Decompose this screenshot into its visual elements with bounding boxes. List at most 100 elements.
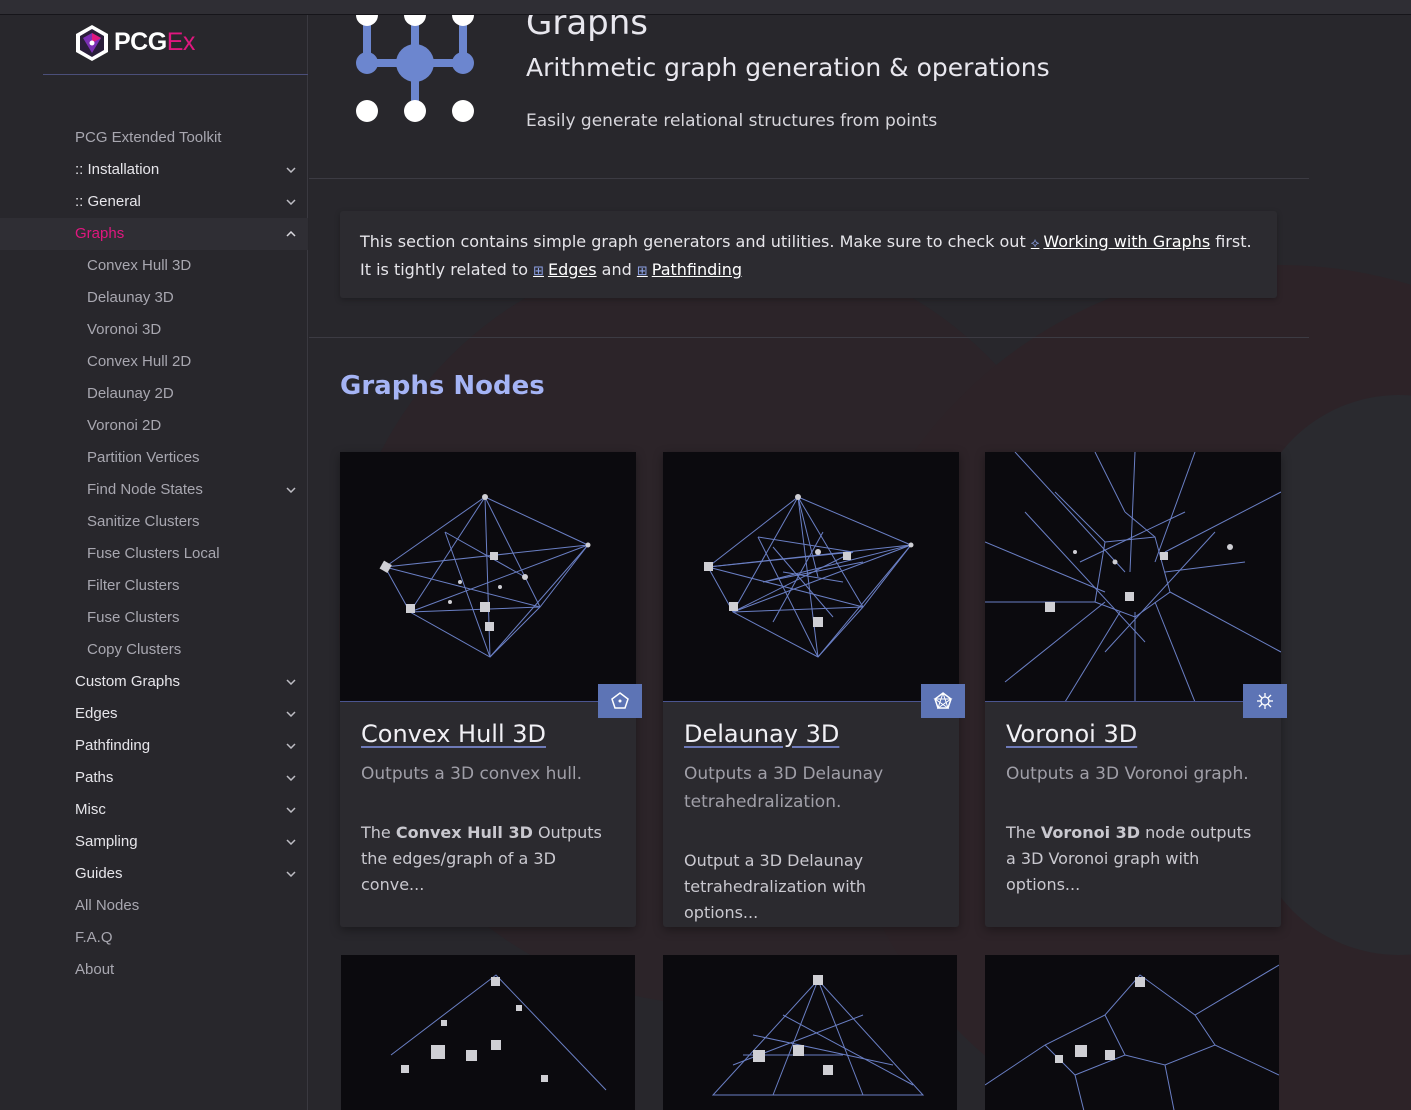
sidebar-item[interactable]: Voronoi 2D [0, 410, 308, 442]
card-title[interactable]: Convex Hull 3D [361, 720, 546, 748]
sidebar-item[interactable]: Find Node States [0, 474, 308, 506]
sidebar-item-label: PCG Extended Toolkit [75, 129, 222, 146]
chevron-down-icon[interactable] [285, 762, 297, 794]
link-label: Pathfinding [651, 260, 743, 279]
main-content: Graphs Arithmetic graph generation & ope… [309, 15, 1411, 1110]
chevron-down-icon[interactable] [285, 474, 297, 506]
page-subtitle: Arithmetic graph generation & operations [526, 53, 1050, 82]
card-body: Output a 3D Delaunay tetrahedralization … [684, 851, 867, 922]
chevron-up-icon[interactable] [285, 218, 297, 250]
section-title: Graphs Nodes [340, 371, 545, 401]
node-card-delaunay-2d-thumbnail[interactable] [663, 955, 957, 1110]
sidebar-item-label: Fuse Clusters [87, 609, 180, 626]
node-card-convex-hull-2d-thumbnail[interactable] [341, 955, 635, 1110]
card-title[interactable]: Delaunay 3D [684, 720, 839, 748]
chevron-down-icon[interactable] [285, 186, 297, 218]
card-body-bold: Convex Hull 3D [395, 823, 533, 842]
convex-hull-icon [598, 684, 642, 718]
chevron-down-icon[interactable] [285, 730, 297, 762]
sidebar-item[interactable]: Partition Vertices [0, 442, 308, 474]
voronoi-2d-preview-image [984, 964, 1280, 1110]
sidebar-item-label: Copy Clusters [87, 641, 182, 658]
sidebar-item-label: Delaunay 3D [87, 289, 174, 306]
sidebar-item-label: Filter Clusters [87, 577, 180, 594]
logo-text: PCGEx [114, 28, 195, 57]
sidebar-item[interactable]: Custom Graphs [0, 666, 308, 698]
sidebar-item-label: About [75, 961, 115, 978]
card-description: Outputs a 3D Voronoi graph. [1006, 764, 1249, 784]
sidebar-item[interactable]: Convex Hull 2D [0, 346, 308, 378]
sidebar-item[interactable]: About [0, 954, 308, 986]
sidebar-item[interactable]: Fuse Clusters Local [0, 538, 308, 570]
divider [309, 178, 1309, 179]
sidebar-item-label: Fuse Clusters Local [87, 545, 220, 562]
sidebar-item[interactable]: Sanitize Clusters [0, 506, 308, 538]
pcgex-logo-icon [76, 25, 108, 61]
callout-text: first. [1210, 232, 1252, 251]
card-thumbnail [985, 452, 1281, 702]
sidebar-item[interactable]: Edges [0, 698, 308, 730]
sidebar-item[interactable]: Convex Hull 3D [0, 250, 308, 282]
delaunay-preview-image [704, 494, 914, 658]
sidebar-item[interactable]: PCG Extended Toolkit [0, 122, 308, 154]
top-bar [0, 0, 1411, 15]
info-callout: This section contains simple graph gener… [340, 211, 1277, 298]
chevron-down-icon[interactable] [285, 698, 297, 730]
sidebar-item-label: Sanitize Clusters [87, 513, 200, 530]
sidebar-item-label: Partition Vertices [87, 449, 200, 466]
chevron-down-icon[interactable] [285, 858, 297, 890]
card-thumbnail [340, 452, 636, 702]
node-card-voronoi-3d[interactable]: Voronoi 3D Outputs a 3D Voronoi graph. T… [985, 452, 1287, 927]
node-card-voronoi-2d-thumbnail[interactable] [984, 955, 1280, 1110]
link-edges[interactable]: ⊞ Edges [533, 260, 597, 279]
sidebar-item[interactable]: Delaunay 3D [0, 282, 308, 314]
sidebar-item[interactable]: :: General [0, 186, 308, 218]
sidebar-item[interactable]: Pathfinding [0, 730, 308, 762]
page-description: Easily generate relational structures fr… [526, 111, 938, 131]
node-card-convex-hull-3d[interactable]: Convex Hull 3D Outputs a 3D convex hull.… [340, 452, 642, 927]
divider [309, 337, 1309, 338]
logo-text-ex: Ex [166, 28, 196, 56]
sidebar-item-label: F.A.Q [75, 929, 113, 946]
link-label: Working with Graphs [1043, 232, 1211, 251]
sidebar-item[interactable]: Voronoi 3D [0, 314, 308, 346]
logo[interactable]: PCGEx [43, 15, 308, 75]
sidebar-item-label: :: Installation [75, 161, 160, 178]
sidebar-item-label: Delaunay 2D [87, 385, 174, 402]
sidebar-item[interactable]: Copy Clusters [0, 634, 308, 666]
sidebar-item[interactable]: Filter Clusters [0, 570, 308, 602]
delaunay-icon [921, 684, 965, 718]
node-card-delaunay-3d[interactable]: Delaunay 3D Outputs a 3D Delaunay tetrah… [663, 452, 965, 927]
sidebar-item-label: Edges [75, 705, 118, 722]
chevron-down-icon[interactable] [285, 666, 297, 698]
card-body: The Voronoi 3D node outputs a 3D Voronoi… [1006, 820, 1266, 898]
sidebar-item[interactable]: :: Installation [0, 154, 308, 186]
sidebar-item-label: Misc [75, 801, 106, 818]
sidebar-item[interactable]: Misc [0, 794, 308, 826]
chevron-down-icon[interactable] [285, 154, 297, 186]
sidebar-item-label: Graphs [75, 225, 125, 242]
card-title[interactable]: Voronoi 3D [1006, 720, 1137, 748]
graph-link-icon: ⟡ [1030, 236, 1040, 251]
card-body-text: The [1006, 823, 1041, 842]
sidebar-item-label: All Nodes [75, 897, 140, 914]
sidebar-item[interactable]: F.A.Q [0, 922, 308, 954]
grid-icon: ⊞ [636, 264, 648, 279]
sidebar-item[interactable]: Paths [0, 762, 308, 794]
link-pathfinding[interactable]: ⊞ Pathfinding [637, 260, 742, 279]
sidebar-item[interactable]: Graphs [0, 218, 308, 250]
chevron-down-icon[interactable] [285, 794, 297, 826]
page-title: Graphs [526, 15, 649, 43]
card-body-bold: Voronoi 3D [1040, 823, 1141, 842]
link-working-with-graphs[interactable]: ⟡ Working with Graphs [1031, 232, 1210, 251]
chevron-down-icon[interactable] [285, 826, 297, 858]
sidebar-item[interactable]: Fuse Clusters [0, 602, 308, 634]
sidebar-item[interactable]: All Nodes [0, 890, 308, 922]
callout-text: and [596, 260, 637, 279]
callout-text: This section contains simple graph gener… [360, 232, 1031, 251]
delaunay-2d-preview-image [711, 975, 925, 1096]
sidebar-item[interactable]: Sampling [0, 826, 308, 858]
sidebar-item[interactable]: Delaunay 2D [0, 378, 308, 410]
logo-text-pcg: PCG [114, 28, 167, 56]
sidebar-item[interactable]: Guides [0, 858, 308, 890]
